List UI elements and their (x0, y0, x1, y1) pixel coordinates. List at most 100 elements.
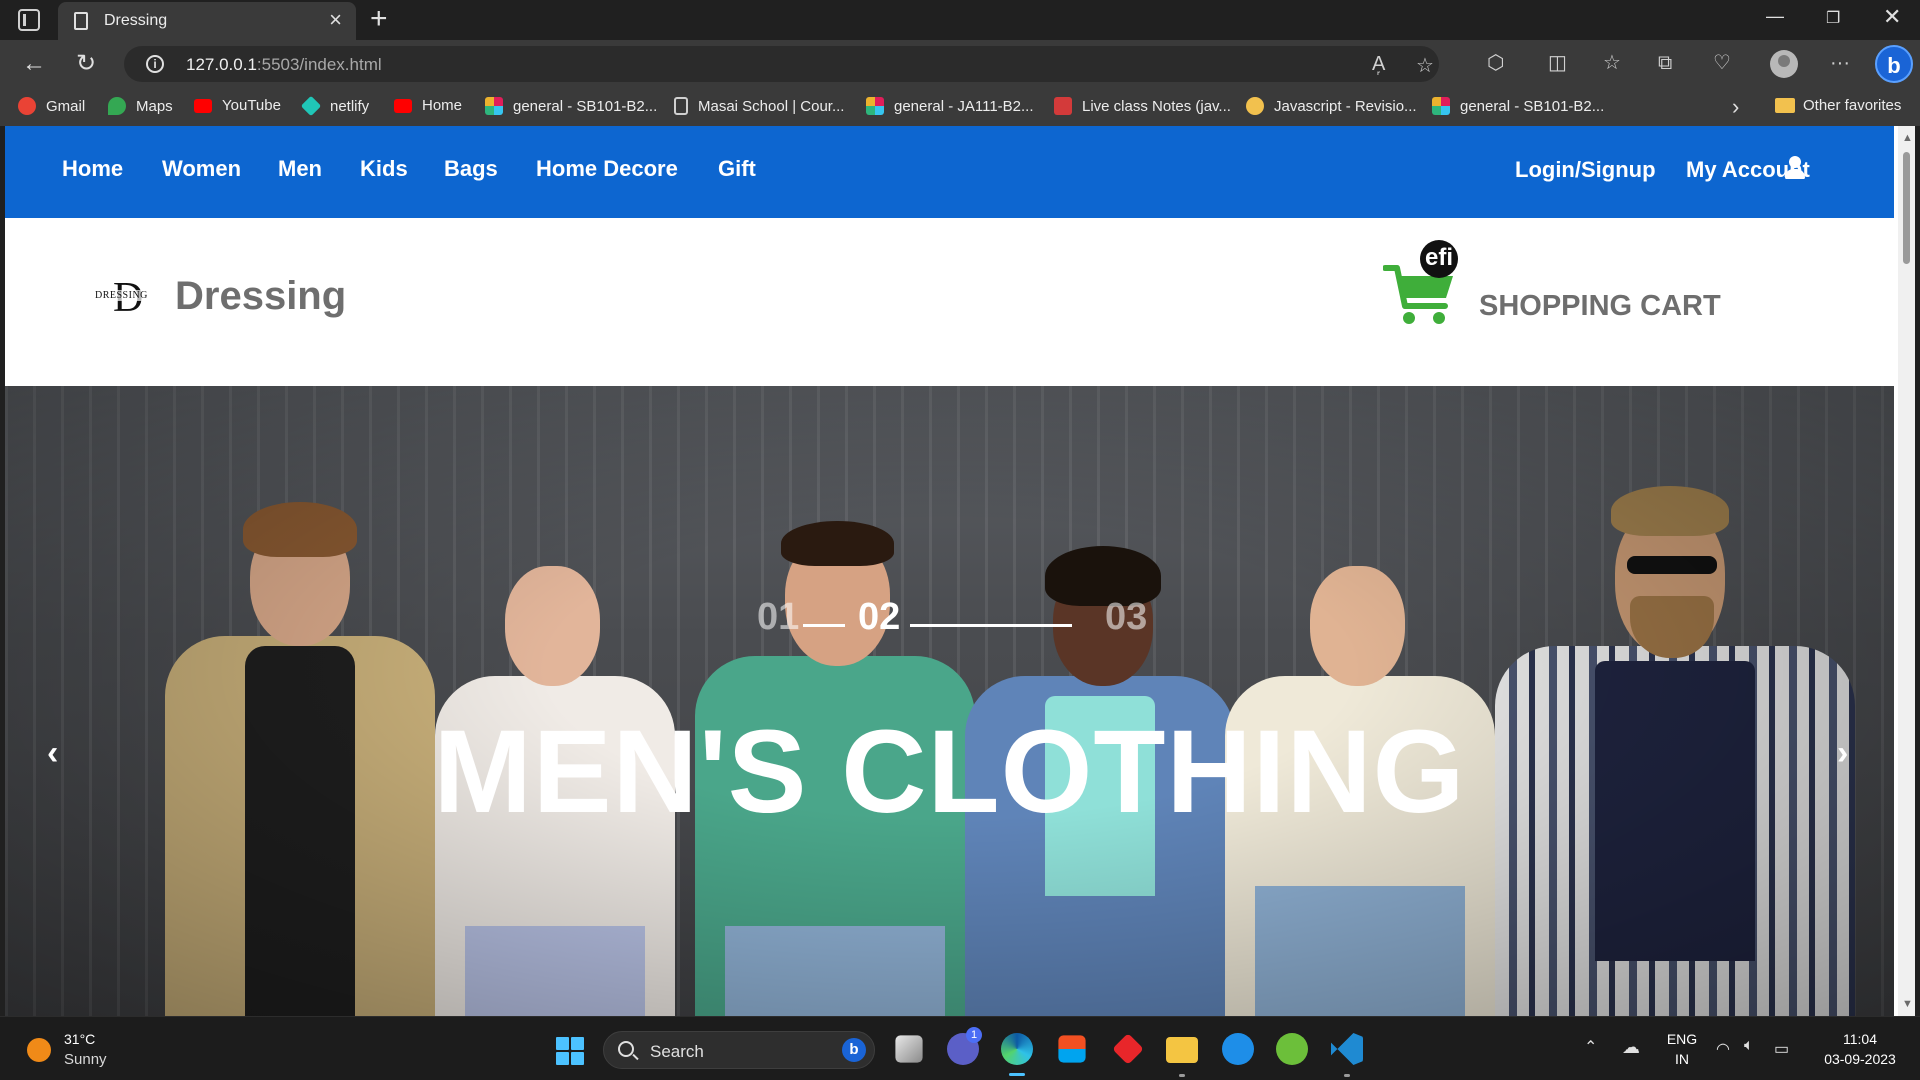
read-aloud-icon[interactable]: A᷊ (1372, 53, 1385, 76)
other-favorites[interactable]: Other favorites (1803, 97, 1901, 114)
hero-carousel: 01 02 03 MEN'S CLOTHING ‹ › (5, 386, 1894, 1016)
refresh-icon[interactable]: ↻ (76, 50, 96, 78)
restore-button[interactable]: ❐ (1826, 8, 1840, 28)
new-tab-button[interactable]: + (370, 3, 388, 35)
collections-icon[interactable]: ⧉ (1658, 52, 1672, 74)
bookmark-gmail[interactable]: Gmail (18, 97, 85, 115)
slide-progress-line (910, 624, 1072, 627)
weather-condition[interactable]: Sunny (64, 1051, 107, 1068)
bookmark-masai[interactable]: Masai School | Cour... (674, 97, 844, 115)
spring-icon[interactable] (1276, 1033, 1308, 1065)
nav-men[interactable]: Men (278, 156, 322, 182)
task-view-icon[interactable] (895, 1035, 923, 1063)
bookmarks-bar: Gmail Maps YouTube netlify Home general … (0, 88, 1920, 126)
volume-icon[interactable]: 🔈︎ (1744, 1037, 1754, 1055)
git-icon[interactable] (1112, 1033, 1144, 1065)
slide-number[interactable]: 01 (757, 596, 799, 639)
clock-time[interactable]: 11:04 (1812, 1031, 1908, 1047)
bookmark-live-notes[interactable]: Live class Notes (jav... (1054, 97, 1231, 115)
edge-icon[interactable] (1001, 1033, 1033, 1065)
bookmark-label: Javascript - Revisio... (1274, 97, 1417, 115)
close-tab-icon[interactable]: × (329, 9, 342, 31)
bing-copilot-icon[interactable]: b (1875, 45, 1913, 83)
tab-actions-icon[interactable] (18, 9, 40, 31)
brand-logo[interactable]: D DRESSING (95, 275, 157, 321)
nav-women[interactable]: Women (162, 156, 241, 182)
scroll-down-icon[interactable]: ▼ (1902, 998, 1913, 1010)
slide-number-active[interactable]: 02 (858, 596, 900, 639)
netlify-icon (300, 95, 322, 117)
notes-icon (1054, 97, 1072, 115)
bookmark-youtube[interactable]: YouTube (194, 97, 281, 114)
chevron-right-icon[interactable]: › (1732, 94, 1739, 120)
slack-icon (1432, 97, 1450, 115)
wifi-icon[interactable]: ◠ (1716, 1039, 1730, 1059)
address-bar-row: ← ↻ i 127.0.0.1:5503/index.html A᷊ ☆ ⬡ ◫… (0, 40, 1920, 88)
clock-date[interactable]: 03-09-2023 (1812, 1051, 1908, 1067)
slide-number[interactable]: 03 (1105, 596, 1147, 639)
tab-title: Dressing (104, 12, 168, 29)
store-icon[interactable] (1058, 1035, 1086, 1063)
shopping-cart-label[interactable]: SHOPPING CART (1479, 290, 1721, 323)
onedrive-cloud-icon[interactable]: ☁ (1622, 1037, 1640, 1058)
carousel-prev-arrow[interactable]: ‹ (47, 734, 58, 773)
windows-start-icon[interactable] (556, 1037, 584, 1065)
bookmark-slack-sb101-2[interactable]: general - SB101-B2... (1432, 97, 1604, 115)
youtube-icon (394, 98, 412, 113)
brand-name[interactable]: Dressing (175, 274, 346, 319)
browser-tab[interactable]: Dressing × (58, 2, 356, 40)
favorite-star-icon[interactable]: ☆ (1416, 53, 1434, 78)
battery-icon[interactable]: ▭ (1774, 1039, 1789, 1059)
help-icon[interactable] (1222, 1033, 1254, 1065)
nav-kids[interactable]: Kids (360, 156, 408, 182)
scroll-thumb[interactable] (1903, 152, 1910, 264)
slack-icon (866, 97, 884, 115)
bookmark-slack-ja111[interactable]: general - JA111-B2... (866, 97, 1034, 115)
bookmark-label: Live class Notes (jav... (1082, 97, 1231, 115)
bookmark-netlify[interactable]: netlify (300, 95, 369, 117)
weather-temperature[interactable]: 31°C (64, 1031, 95, 1047)
url-text[interactable]: 127.0.0.1:5503/index.html (186, 55, 382, 75)
profile-avatar[interactable] (1770, 50, 1798, 78)
nav-home-decore[interactable]: Home Decore (536, 156, 678, 182)
teams-badge: 1 (966, 1027, 982, 1043)
running-app-indicator (1344, 1074, 1350, 1077)
slide-indicator: 01 02 03 (5, 596, 1894, 646)
page-scrollbar[interactable]: ▲ ▼ (1898, 126, 1915, 1016)
favorites-icon[interactable]: ☆ (1603, 52, 1621, 74)
bookmark-maps[interactable]: Maps (108, 97, 173, 115)
nav-bags[interactable]: Bags (444, 156, 498, 182)
back-icon[interactable]: ← (22, 50, 46, 78)
file-explorer-icon[interactable] (1166, 1037, 1198, 1063)
chevron-up-icon[interactable]: ⌃ (1584, 1037, 1597, 1057)
minimize-button[interactable]: — (1766, 6, 1784, 27)
bookmark-label: YouTube (222, 97, 281, 114)
nav-gift[interactable]: Gift (718, 156, 756, 182)
user-icon[interactable] (1784, 156, 1806, 180)
sun-icon[interactable] (27, 1038, 51, 1062)
taskbar-search[interactable]: Search b (603, 1031, 875, 1069)
language-bottom[interactable]: IN (1664, 1051, 1700, 1067)
address-bar[interactable]: i 127.0.0.1:5503/index.html A᷊ ☆ (124, 46, 1439, 82)
close-window-button[interactable]: ✕ (1883, 4, 1901, 30)
split-screen-icon[interactable]: ◫ (1548, 52, 1567, 74)
vscode-icon[interactable] (1331, 1033, 1363, 1065)
hero-overlay (5, 386, 1894, 1016)
windows-taskbar: 31°C Sunny Search b 1 ⌃ ☁ ENG IN ◠ 🔈︎ ▭ … (0, 1016, 1920, 1080)
site-info-icon[interactable]: i (146, 55, 164, 73)
page-viewport: Home Women Men Kids Bags Home Decore Gif… (5, 126, 1915, 1016)
language-top[interactable]: ENG (1664, 1031, 1700, 1047)
bookmark-slack-sb101[interactable]: general - SB101-B2... (485, 97, 657, 115)
bookmark-home[interactable]: Home (394, 97, 462, 114)
bookmark-label: Masai School | Cour... (698, 97, 845, 115)
page-icon (674, 97, 688, 115)
login-signup-link[interactable]: Login/Signup (1515, 157, 1656, 183)
more-menu-icon[interactable]: ··· (1830, 52, 1850, 74)
scroll-up-icon[interactable]: ▲ (1902, 132, 1913, 144)
carousel-next-arrow[interactable]: › (1837, 734, 1848, 773)
bookmark-javascript[interactable]: Javascript - Revisio... (1246, 97, 1417, 115)
browser-essentials-icon[interactable]: ♡ (1713, 52, 1731, 74)
extensions-icon[interactable]: ⬡ (1487, 52, 1504, 74)
nav-home[interactable]: Home (62, 156, 123, 182)
url-path: :5503/index.html (256, 55, 382, 74)
